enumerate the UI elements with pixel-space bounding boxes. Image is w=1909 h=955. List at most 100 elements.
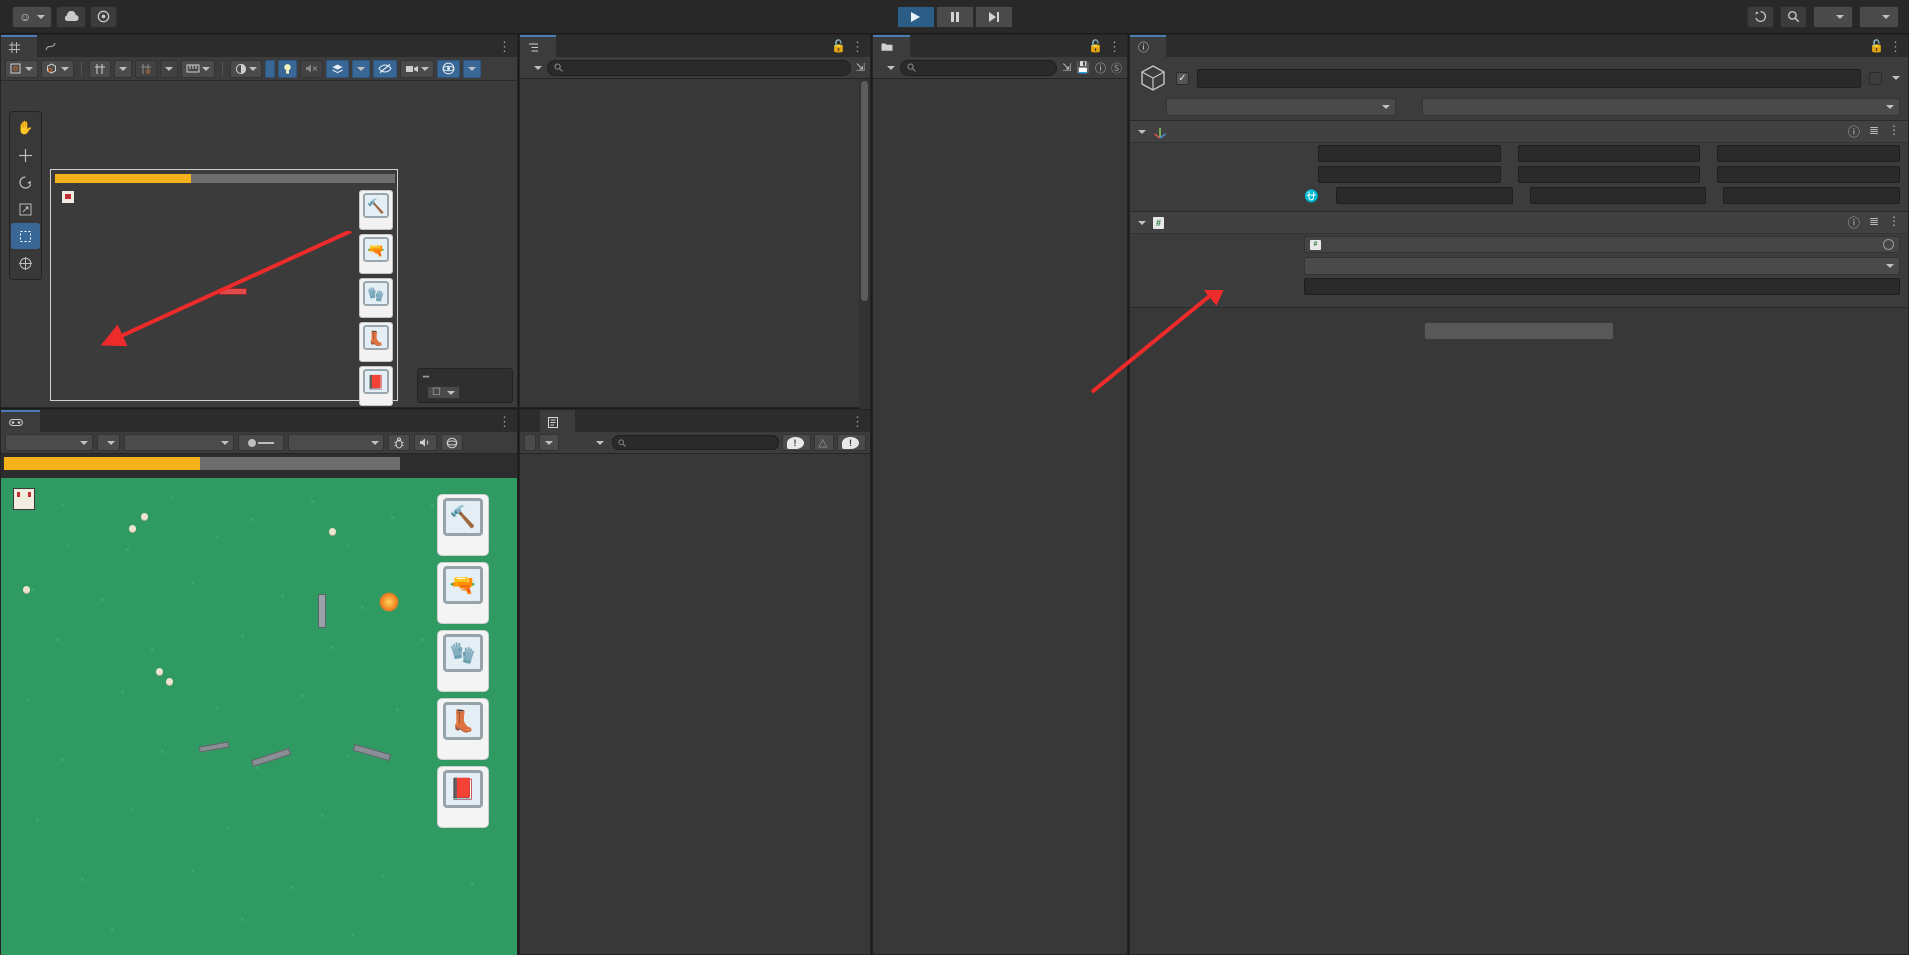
lock-icon[interactable]: 🔓	[1088, 39, 1103, 53]
slider-handle[interactable]	[248, 438, 274, 447]
component-menu-icon[interactable]: ⋮	[1888, 123, 1900, 140]
hierarchy-tree[interactable]	[520, 79, 870, 409]
rate-input[interactable]	[1304, 278, 1900, 295]
panel-menu-icon[interactable]: ⋮	[851, 414, 864, 430]
cloud-button[interactable]	[56, 5, 87, 28]
constrain-proportions-icon[interactable]: ⛎	[1304, 189, 1319, 203]
panel-menu-icon[interactable]: ⋮	[498, 414, 511, 430]
scale-slider[interactable]	[238, 434, 284, 451]
tab-hierarchy[interactable]	[520, 35, 556, 57]
grid-snap-button[interactable]	[89, 59, 111, 78]
project-search-input[interactable]	[900, 59, 1058, 76]
hierarchy-search-input[interactable]	[547, 59, 851, 76]
clear-dropdown[interactable]	[539, 434, 559, 451]
tab-scene[interactable]	[1, 35, 37, 57]
scene-viewport[interactable]: ✋ 🔨 🔫 🧤 👢 📕 ━ ☐	[1, 81, 517, 407]
collapse-icon[interactable]	[1138, 129, 1146, 134]
layers-dropdown[interactable]	[1813, 5, 1853, 28]
tab-animator[interactable]	[37, 35, 73, 57]
grid-ruler-button[interactable]	[181, 59, 215, 78]
save-filter-icon[interactable]: 💾	[1076, 61, 1090, 74]
error-count-badge[interactable]: !	[837, 434, 866, 451]
list-item[interactable]: 🔨	[437, 494, 489, 556]
help-icon[interactable]: ⓘ	[1848, 214, 1860, 231]
rotate-snap-button[interactable]	[135, 59, 157, 78]
pause-button[interactable]	[935, 5, 974, 28]
camera-dropdown[interactable]	[400, 59, 434, 78]
object-enabled-checkbox[interactable]: ✓	[1176, 71, 1189, 85]
list-item[interactable]: 👢	[437, 698, 489, 760]
scale-x-input[interactable]	[1335, 187, 1513, 204]
aspect-dropdown[interactable]	[124, 434, 234, 451]
search-button[interactable]	[1780, 5, 1807, 28]
step-button[interactable]	[974, 5, 1013, 28]
console-log-list[interactable]	[520, 454, 870, 954]
position-y-input[interactable]	[1517, 145, 1701, 162]
game-target-dropdown[interactable]	[5, 434, 93, 451]
script-object-field[interactable]: #	[1304, 236, 1900, 253]
tab-project[interactable]	[873, 35, 910, 57]
scene-visibility-button[interactable]	[373, 59, 397, 78]
warning-count-badge[interactable]: △	[813, 434, 834, 451]
toggle-2d-button[interactable]	[265, 59, 275, 78]
account-button[interactable]: ☺	[12, 5, 53, 28]
preset-icon[interactable]: ≣	[1869, 214, 1879, 231]
undo-history-button[interactable]	[1747, 5, 1774, 28]
rotate-snap-dropdown[interactable]	[160, 59, 178, 78]
display-dropdown[interactable]	[97, 434, 120, 451]
tilemap-focus-dropdown[interactable]: ☐	[427, 386, 460, 399]
transform-tool[interactable]	[11, 250, 40, 276]
chevron-down-icon[interactable]	[1892, 76, 1900, 80]
list-item[interactable]: 🧤	[437, 630, 489, 692]
hierarchy-scrollbar[interactable]	[859, 79, 870, 409]
rotation-z-input[interactable]	[1717, 166, 1901, 183]
editor-dropdown[interactable]	[588, 434, 609, 451]
tab-game[interactable]	[1, 410, 40, 432]
layout-dropdown[interactable]	[1859, 5, 1899, 28]
pivot-dropdown[interactable]	[5, 59, 38, 78]
list-item[interactable]: 👢	[359, 322, 393, 362]
stats-button[interactable]	[388, 434, 410, 451]
game-gizmos-button[interactable]	[441, 434, 463, 451]
list-item[interactable]: 📕	[437, 766, 489, 828]
lock-icon[interactable]: 🔓	[831, 39, 846, 53]
log-count-badge[interactable]: !	[781, 434, 811, 451]
clear-button[interactable]	[524, 434, 536, 451]
list-item[interactable]: 🧤	[359, 278, 393, 318]
rotate-tool[interactable]	[11, 169, 40, 195]
add-component-button[interactable]	[1424, 322, 1614, 340]
panel-menu-icon[interactable]: ⋮	[851, 39, 864, 55]
move-tool[interactable]	[11, 142, 40, 168]
game-viewport[interactable]: 🔨 🔫 🧤 👢 📕	[1, 454, 517, 955]
static-checkbox[interactable]	[1869, 71, 1882, 85]
lighting-toggle-button[interactable]	[278, 59, 297, 78]
tag-dropdown[interactable]	[1166, 98, 1396, 116]
audio-toggle-button[interactable]	[300, 59, 323, 78]
object-picker-icon[interactable]	[1883, 239, 1894, 250]
layer-dropdown[interactable]	[1422, 98, 1900, 116]
collapse-icon[interactable]	[1138, 220, 1146, 225]
tab-inspector[interactable]: ⓘ	[1130, 35, 1166, 57]
rotation-y-input[interactable]	[1517, 166, 1701, 183]
effects-toggle-button[interactable]	[326, 59, 349, 78]
hidden-count-badge[interactable]: Ⓢ	[1111, 60, 1122, 76]
list-item[interactable]: 🔫	[437, 562, 489, 624]
project-tree[interactable]	[873, 79, 1127, 953]
info-icon[interactable]: ⓘ	[1095, 60, 1106, 76]
position-x-input[interactable]	[1318, 145, 1501, 162]
search-expand-icon[interactable]: ⇲	[1062, 61, 1071, 74]
panel-menu-icon[interactable]: ⋮	[1108, 39, 1121, 55]
scale-z-input[interactable]	[1723, 187, 1901, 204]
effects-dropdown[interactable]	[352, 59, 370, 78]
space-dropdown[interactable]	[41, 59, 74, 78]
help-icon[interactable]: ⓘ	[1848, 123, 1860, 140]
rect-tool[interactable]	[11, 223, 40, 249]
settings-button[interactable]	[90, 5, 118, 28]
rotation-x-input[interactable]	[1318, 166, 1501, 183]
preset-icon[interactable]: ≣	[1869, 123, 1879, 140]
mute-button[interactable]	[414, 434, 437, 451]
scale-y-input[interactable]	[1529, 187, 1707, 204]
play-focus-dropdown[interactable]	[288, 434, 384, 451]
list-item[interactable]: 📕	[359, 366, 393, 406]
position-z-input[interactable]	[1717, 145, 1901, 162]
